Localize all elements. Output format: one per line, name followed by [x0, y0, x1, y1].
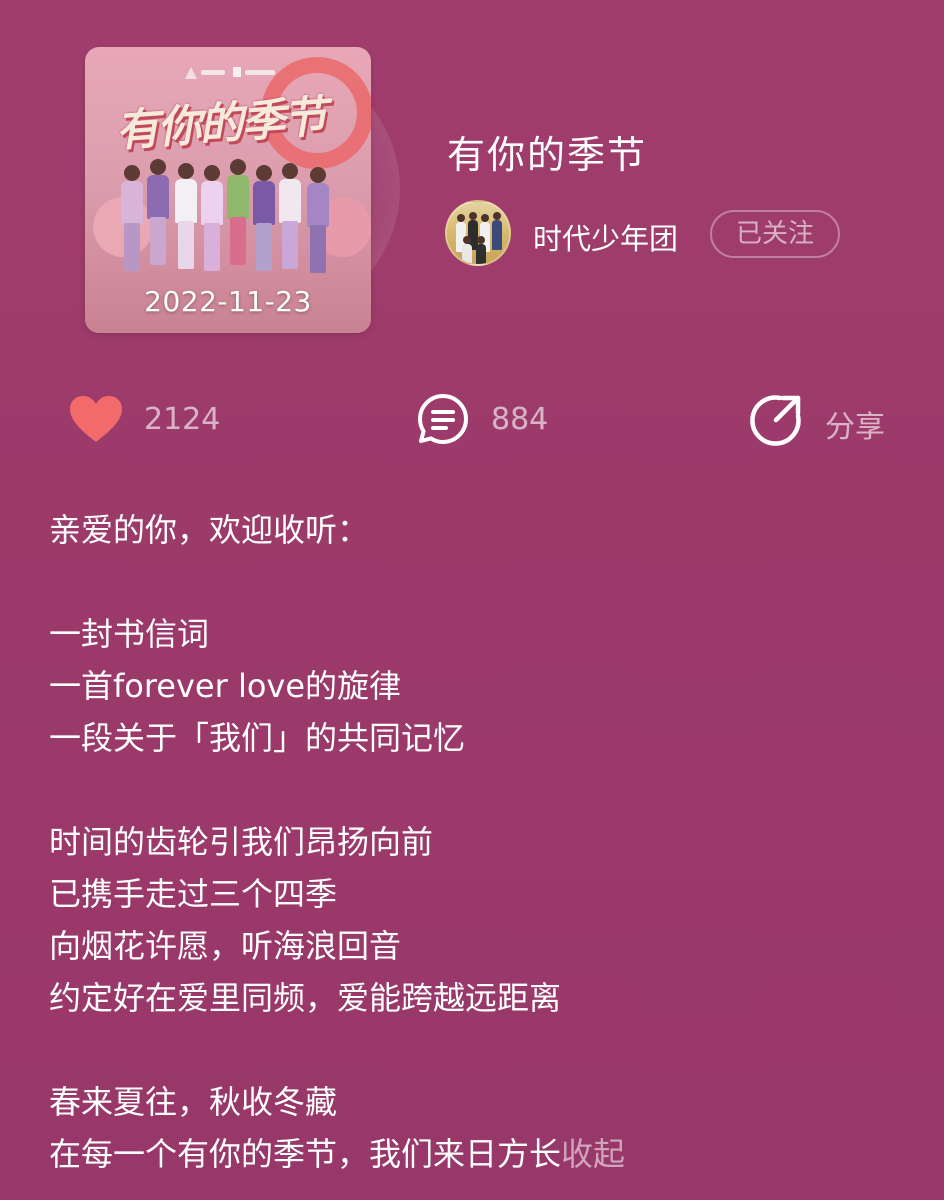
song-detail-page: 有你的季节 2022-11-23 有你的季节 时代少年团 已关注 2124 88…: [0, 0, 944, 1200]
description-line: 一段关于「我们」的共同记忆: [49, 719, 466, 757]
comment-count: 884: [491, 402, 549, 437]
description-last-line: 在每一个有你的季节，我们来日方长收起: [49, 1128, 909, 1180]
release-date: 2022-11-23: [144, 285, 312, 318]
like-count: 2124: [144, 402, 221, 437]
artist-name[interactable]: 时代少年团: [533, 216, 678, 258]
share-label: 分享: [825, 410, 885, 445]
description-line: 时间的齿轮引我们昂扬向前: [49, 823, 434, 861]
description-blank-line: [49, 556, 909, 608]
description-line: 亲爱的你，欢迎收听：: [49, 511, 370, 549]
like-button[interactable]: 2124: [66, 390, 236, 450]
description-line: 已携手走过三个四季: [49, 875, 338, 913]
description-line: 一封书信词: [49, 615, 210, 653]
description-line: 春来夏往，秋收冬藏: [49, 1083, 338, 1121]
description-line: 向烟花许愿，听海浪回音: [49, 927, 402, 965]
cover-logos: [185, 65, 295, 81]
description-line-text: 在每一个有你的季节，我们来日方长: [49, 1135, 562, 1173]
share-button[interactable]: 分享: [750, 390, 910, 450]
artist-avatar[interactable]: [445, 200, 511, 266]
share-icon: [750, 395, 801, 446]
song-description: 亲爱的你，欢迎收听： 一封书信词 一首forever love的旋律 一段关于「…: [49, 504, 909, 1180]
description-line: 约定好在爱里同频，爱能跨越远距离: [49, 979, 562, 1017]
description-blank-line: [49, 1024, 909, 1076]
collapse-link[interactable]: 收起: [561, 1135, 625, 1173]
description-line: 一首forever love的旋律: [49, 667, 402, 705]
heart-icon: [70, 396, 122, 442]
comment-button[interactable]: 884: [416, 390, 576, 450]
follow-button[interactable]: 已关注: [710, 210, 840, 258]
description-blank-line: [49, 764, 909, 816]
song-title: 有你的季节: [447, 133, 648, 177]
album-cover[interactable]: 有你的季节 2022-11-23: [85, 47, 371, 333]
comment-icon: [418, 394, 468, 444]
